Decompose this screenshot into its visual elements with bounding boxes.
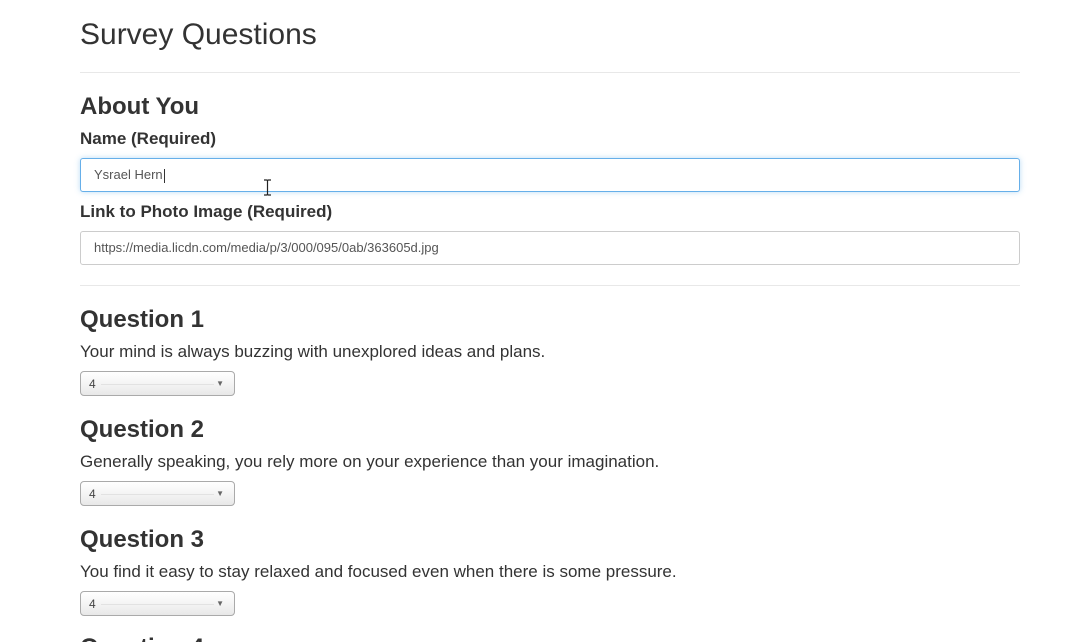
name-field-value: Ysrael Hern [94, 167, 165, 183]
question-2-heading: Question 2 [80, 416, 205, 443]
photo-link-field[interactable]: https://media.licdn.com/media/p/3/000/09… [80, 231, 1020, 265]
question-3-select[interactable]: 4 ▼ [80, 591, 235, 616]
question-1-selected-value: 4 [89, 377, 96, 391]
select-divider [101, 384, 214, 385]
text-caret [163, 168, 165, 183]
select-divider [101, 604, 214, 605]
chevron-down-icon: ▼ [216, 379, 224, 388]
photo-link-field-value: https://media.licdn.com/media/p/3/000/09… [94, 240, 439, 255]
page-title: Survey Questions [80, 18, 317, 51]
photo-link-label: Link to Photo Image (Required) [80, 202, 333, 221]
question-3-selected-value: 4 [89, 597, 96, 611]
question-1-heading: Question 1 [80, 306, 205, 333]
about-you-heading: About You [80, 93, 200, 120]
chevron-down-icon: ▼ [216, 489, 224, 498]
survey-page: Survey Questions About You Name (Require… [0, 0, 1074, 642]
name-field[interactable]: Ysrael Hern [80, 158, 1020, 192]
divider [80, 72, 1020, 73]
select-divider [101, 494, 214, 495]
text-cursor-icon [264, 179, 271, 196]
chevron-down-icon: ▼ [216, 599, 224, 608]
question-2-text: Generally speaking, you rely more on you… [80, 452, 660, 471]
question-3-text: You find it easy to stay relaxed and foc… [80, 562, 677, 581]
divider [80, 285, 1020, 286]
question-1-text: Your mind is always buzzing with unexplo… [80, 342, 546, 361]
question-3-heading: Question 3 [80, 526, 205, 553]
question-4-heading: Question 4 [80, 634, 204, 642]
question-1-select[interactable]: 4 ▼ [80, 371, 235, 396]
name-label: Name (Required) [80, 129, 217, 148]
question-2-selected-value: 4 [89, 487, 96, 501]
question-2-select[interactable]: 4 ▼ [80, 481, 235, 506]
